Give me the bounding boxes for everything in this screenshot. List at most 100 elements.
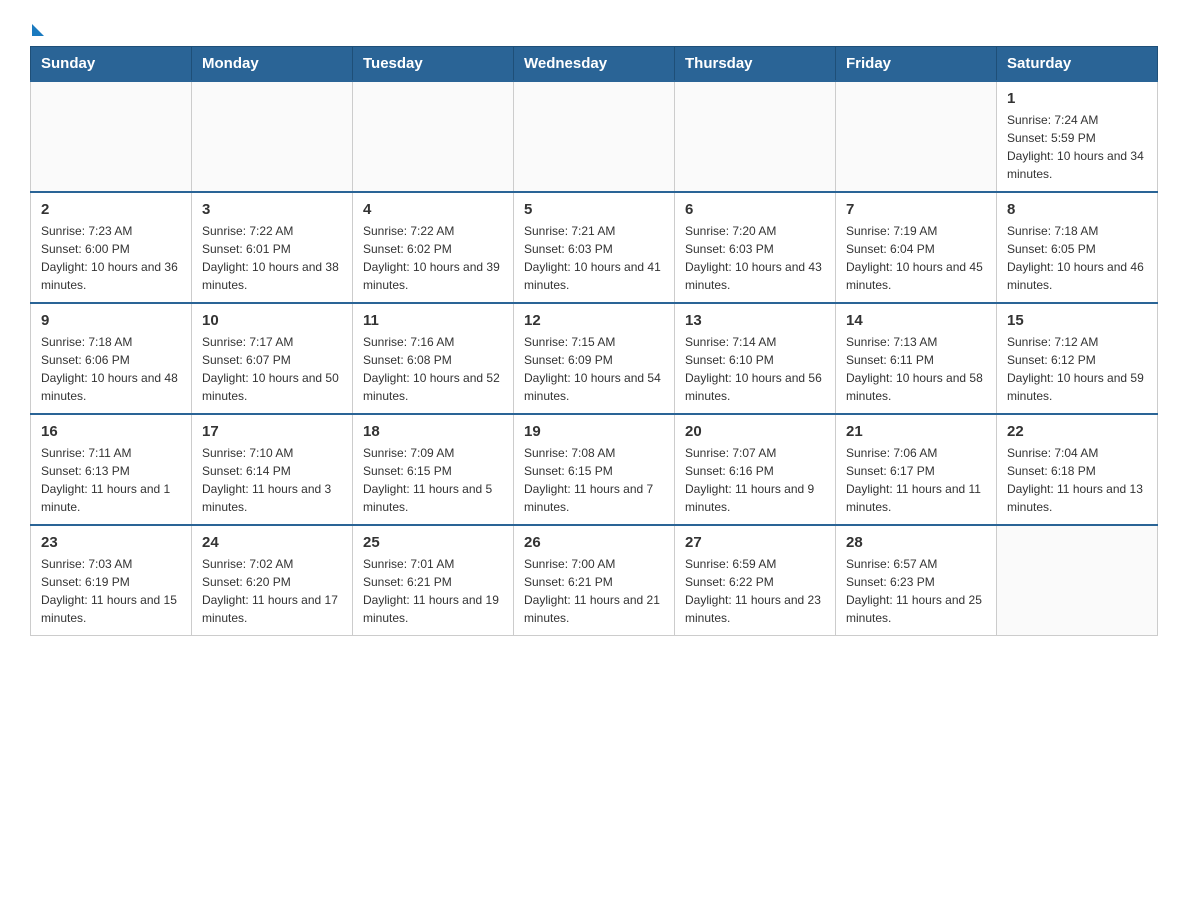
calendar-cell: 8 Sunrise: 7:18 AMSunset: 6:05 PMDaylight… [997,192,1158,303]
day-number: 9 [41,312,181,329]
calendar-cell: 7 Sunrise: 7:19 AMSunset: 6:04 PMDaylight… [836,192,997,303]
calendar-cell [353,81,514,192]
calendar-cell: 11 Sunrise: 7:16 AMSunset: 6:08 PMDayligh… [353,303,514,414]
day-of-week-header: Thursday [675,47,836,82]
day-number: 27 [685,534,825,551]
day-number: 26 [524,534,664,551]
calendar-cell: 2 Sunrise: 7:23 AMSunset: 6:00 PMDaylight… [31,192,192,303]
calendar-cell: 6 Sunrise: 7:20 AMSunset: 6:03 PMDaylight… [675,192,836,303]
day-number: 8 [1007,201,1147,218]
calendar-cell: 26 Sunrise: 7:00 AMSunset: 6:21 PMDayligh… [514,525,675,636]
calendar-cell: 12 Sunrise: 7:15 AMSunset: 6:09 PMDayligh… [514,303,675,414]
day-number: 3 [202,201,342,218]
calendar-cell: 23 Sunrise: 7:03 AMSunset: 6:19 PMDayligh… [31,525,192,636]
calendar-cell: 25 Sunrise: 7:01 AMSunset: 6:21 PMDayligh… [353,525,514,636]
day-number: 14 [846,312,986,329]
day-info: Sunrise: 7:04 AMSunset: 6:18 PMDaylight:… [1007,444,1147,516]
day-of-week-header: Saturday [997,47,1158,82]
day-info: Sunrise: 7:22 AMSunset: 6:01 PMDaylight:… [202,222,342,294]
calendar-week-row: 1Sunrise: 7:24 AMSunset: 5:59 PMDaylight… [31,81,1158,192]
day-number: 15 [1007,312,1147,329]
calendar-week-row: 9 Sunrise: 7:18 AMSunset: 6:06 PMDaylight… [31,303,1158,414]
day-info: Sunrise: 6:59 AMSunset: 6:22 PMDaylight:… [685,555,825,627]
logo [30,20,44,36]
calendar-cell [31,81,192,192]
day-info: Sunrise: 7:17 AMSunset: 6:07 PMDaylight:… [202,333,342,405]
calendar-cell [514,81,675,192]
calendar-table: SundayMondayTuesdayWednesdayThursdayFrid… [30,46,1158,636]
calendar-week-row: 23 Sunrise: 7:03 AMSunset: 6:19 PMDayligh… [31,525,1158,636]
day-number: 24 [202,534,342,551]
day-info: Sunrise: 7:15 AMSunset: 6:09 PMDaylight:… [524,333,664,405]
day-info: Sunrise: 7:06 AMSunset: 6:17 PMDaylight:… [846,444,986,516]
calendar-cell: 10 Sunrise: 7:17 AMSunset: 6:07 PMDayligh… [192,303,353,414]
calendar-cell: 28Sunrise: 6:57 AMSunset: 6:23 PMDayligh… [836,525,997,636]
day-info: Sunrise: 7:09 AMSunset: 6:15 PMDaylight:… [363,444,503,516]
day-info: Sunrise: 7:19 AMSunset: 6:04 PMDaylight:… [846,222,986,294]
calendar-cell: 20 Sunrise: 7:07 AMSunset: 6:16 PMDayligh… [675,414,836,525]
calendar-cell: 5Sunrise: 7:21 AMSunset: 6:03 PMDaylight… [514,192,675,303]
day-of-week-header: Wednesday [514,47,675,82]
day-of-week-header: Sunday [31,47,192,82]
day-number: 16 [41,423,181,440]
day-number: 7 [846,201,986,218]
calendar-cell [192,81,353,192]
calendar-cell [836,81,997,192]
day-number: 6 [685,201,825,218]
calendar-cell: 22 Sunrise: 7:04 AMSunset: 6:18 PMDayligh… [997,414,1158,525]
logo-arrow-icon [32,24,44,36]
calendar-cell: 18 Sunrise: 7:09 AMSunset: 6:15 PMDayligh… [353,414,514,525]
calendar-cell: 17 Sunrise: 7:10 AMSunset: 6:14 PMDayligh… [192,414,353,525]
day-info: Sunrise: 7:20 AMSunset: 6:03 PMDaylight:… [685,222,825,294]
calendar-cell: 21 Sunrise: 7:06 AMSunset: 6:17 PMDayligh… [836,414,997,525]
page-header [30,20,1158,36]
day-number: 19 [524,423,664,440]
day-number: 18 [363,423,503,440]
day-of-week-header: Tuesday [353,47,514,82]
day-number: 12 [524,312,664,329]
calendar-cell: 16 Sunrise: 7:11 AMSunset: 6:13 PMDayligh… [31,414,192,525]
day-info: Sunrise: 7:12 AMSunset: 6:12 PMDaylight:… [1007,333,1147,405]
calendar-header-row: SundayMondayTuesdayWednesdayThursdayFrid… [31,47,1158,82]
day-info: Sunrise: 7:21 AMSunset: 6:03 PMDaylight:… [524,222,664,294]
day-number: 2 [41,201,181,218]
day-info: Sunrise: 7:02 AMSunset: 6:20 PMDaylight:… [202,555,342,627]
day-info: Sunrise: 7:16 AMSunset: 6:08 PMDaylight:… [363,333,503,405]
day-number: 22 [1007,423,1147,440]
day-info: Sunrise: 7:01 AMSunset: 6:21 PMDaylight:… [363,555,503,627]
calendar-week-row: 16 Sunrise: 7:11 AMSunset: 6:13 PMDayligh… [31,414,1158,525]
day-number: 20 [685,423,825,440]
calendar-cell: 15 Sunrise: 7:12 AMSunset: 6:12 PMDayligh… [997,303,1158,414]
calendar-week-row: 2 Sunrise: 7:23 AMSunset: 6:00 PMDaylight… [31,192,1158,303]
day-info: Sunrise: 7:00 AMSunset: 6:21 PMDaylight:… [524,555,664,627]
day-info: Sunrise: 7:22 AMSunset: 6:02 PMDaylight:… [363,222,503,294]
day-info: Sunrise: 7:07 AMSunset: 6:16 PMDaylight:… [685,444,825,516]
day-info: Sunrise: 7:14 AMSunset: 6:10 PMDaylight:… [685,333,825,405]
day-info: Sunrise: 7:08 AMSunset: 6:15 PMDaylight:… [524,444,664,516]
calendar-cell: 19 Sunrise: 7:08 AMSunset: 6:15 PMDayligh… [514,414,675,525]
calendar-cell: 13 Sunrise: 7:14 AMSunset: 6:10 PMDayligh… [675,303,836,414]
day-number: 28 [846,534,986,551]
calendar-cell: 14Sunrise: 7:13 AMSunset: 6:11 PMDayligh… [836,303,997,414]
day-info: Sunrise: 7:18 AMSunset: 6:06 PMDaylight:… [41,333,181,405]
day-of-week-header: Friday [836,47,997,82]
calendar-cell: 9 Sunrise: 7:18 AMSunset: 6:06 PMDaylight… [31,303,192,414]
day-info: Sunrise: 7:23 AMSunset: 6:00 PMDaylight:… [41,222,181,294]
calendar-cell: 4 Sunrise: 7:22 AMSunset: 6:02 PMDaylight… [353,192,514,303]
day-number: 11 [363,312,503,329]
day-info: Sunrise: 7:11 AMSunset: 6:13 PMDaylight:… [41,444,181,516]
day-info: Sunrise: 7:18 AMSunset: 6:05 PMDaylight:… [1007,222,1147,294]
calendar-cell: 24 Sunrise: 7:02 AMSunset: 6:20 PMDayligh… [192,525,353,636]
day-info: Sunrise: 7:24 AMSunset: 5:59 PMDaylight:… [1007,111,1147,183]
day-number: 4 [363,201,503,218]
day-number: 23 [41,534,181,551]
calendar-cell: 3 Sunrise: 7:22 AMSunset: 6:01 PMDaylight… [192,192,353,303]
day-number: 25 [363,534,503,551]
day-info: Sunrise: 7:10 AMSunset: 6:14 PMDaylight:… [202,444,342,516]
day-number: 17 [202,423,342,440]
day-number: 21 [846,423,986,440]
calendar-cell: 1Sunrise: 7:24 AMSunset: 5:59 PMDaylight… [997,81,1158,192]
day-info: Sunrise: 7:03 AMSunset: 6:19 PMDaylight:… [41,555,181,627]
day-number: 13 [685,312,825,329]
day-number: 10 [202,312,342,329]
